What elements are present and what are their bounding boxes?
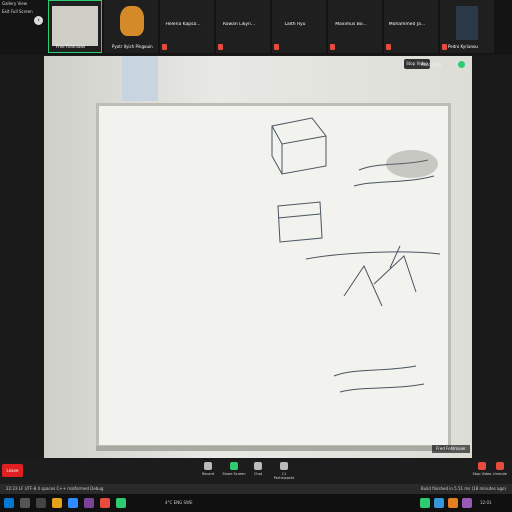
leave-button[interactable]: Leave [2, 464, 23, 477]
status-right: Build finished in 5.51 ms (18 minutes ag… [420, 486, 506, 491]
participant-name: Mohammed Ja... [388, 22, 426, 27]
clock-time: 12:01 [480, 500, 492, 505]
sketch-cube [271, 117, 327, 175]
file-explorer-icon[interactable] [52, 498, 62, 508]
sketch-box [277, 201, 323, 243]
video-camera-icon [478, 462, 486, 470]
unmute-label: Unmute [493, 472, 507, 476]
participants-label: Participants [273, 476, 295, 480]
participant-name: Fred Fohlmaier [56, 44, 86, 49]
muted-mic-icon [218, 44, 223, 50]
participant-tile[interactable]: Rowan Likyn... [216, 0, 270, 53]
self-name-label: Fred Fohlmaier [432, 445, 470, 453]
tray-app-icon[interactable] [434, 498, 444, 508]
system-tray: 4°C ENG SWE [165, 498, 193, 508]
tray-app-icon[interactable] [448, 498, 458, 508]
sketch-tree [343, 245, 417, 307]
ide-status-bar: 22:23 LF UTF-8 4 spaces C++ malformed De… [0, 484, 512, 494]
task-view-icon[interactable] [36, 498, 46, 508]
muted-mic-icon [330, 44, 335, 50]
record-button[interactable]: Record [196, 462, 220, 482]
ide-app-icon[interactable] [84, 498, 94, 508]
unmute-button[interactable]: Unmute [488, 462, 512, 482]
smudge [386, 150, 438, 178]
previous-page-icon[interactable]: ‹ [34, 16, 43, 25]
recording-indicator: Recording [421, 62, 442, 67]
participant-strip: Gallery View Exit Full Screen ‹ Fred Foh… [0, 0, 512, 55]
chat-button[interactable]: Chat [246, 462, 270, 482]
video-thumbnail [120, 6, 144, 36]
tray-app-icon[interactable] [462, 498, 472, 508]
participant-tile[interactable]: Laith Ryu [272, 0, 326, 53]
share-screen-label: Share Screen [222, 472, 246, 476]
share-screen-icon [230, 462, 238, 470]
chat-label: Chat [253, 472, 263, 476]
participant-tile[interactable]: Pedro Kyrianou [440, 0, 494, 53]
microphone-icon [496, 462, 504, 470]
record-dot-icon [458, 61, 465, 68]
participant-name: Pedro Kyrianou [448, 44, 478, 49]
record-icon [204, 462, 212, 470]
participant-name: Rowan Likyn... [222, 22, 256, 27]
whiteboard-sketch [271, 117, 441, 393]
tray-app-icon[interactable] [420, 498, 430, 508]
browser-icon[interactable] [100, 498, 110, 508]
record-label: Record [201, 472, 215, 476]
participants-icon [280, 462, 288, 470]
participant-tile[interactable]: Pyotr Ilyich Pingouin [104, 0, 158, 53]
participant-tile[interactable]: Helena Kapsa... [160, 0, 214, 53]
muted-mic-icon [274, 44, 279, 50]
main-video: Fred Fohlmaier [44, 56, 472, 458]
muted-mic-icon [162, 44, 167, 50]
start-icon[interactable] [4, 498, 14, 508]
clock: 12:01 [480, 498, 492, 508]
video-thumbnail [52, 6, 98, 46]
muted-mic-icon [386, 44, 391, 50]
participant-tile[interactable]: Fred Fohlmaier [48, 0, 102, 53]
tray-info: 4°C ENG SWE [165, 500, 193, 505]
exit-fullscreen-label[interactable]: Exit Full Screen [2, 8, 42, 16]
sketch-scribble [333, 365, 425, 393]
terminal-icon[interactable] [116, 498, 126, 508]
participant-tile[interactable]: Mohammed Ja... [384, 0, 438, 53]
participant-tile[interactable]: Maximus Bo... [328, 0, 382, 53]
sketch-line [305, 251, 441, 260]
participant-name: Laith Ryu [284, 22, 306, 27]
chat-icon [254, 462, 262, 470]
status-left: 22:23 LF UTF-8 4 spaces C++ malformed De… [6, 486, 104, 491]
search-icon[interactable] [20, 498, 30, 508]
participant-name: Maximus Bo... [335, 22, 367, 27]
participants-button[interactable]: 11 Participants [272, 462, 296, 482]
gallery-view-label[interactable]: Gallery View [2, 0, 42, 8]
video-thumbnail [456, 6, 478, 40]
share-screen-button[interactable]: Share Screen [222, 462, 246, 482]
participant-name: Helena Kapsa... [165, 22, 201, 27]
zoom-app-icon[interactable] [68, 498, 78, 508]
muted-mic-icon [442, 44, 447, 50]
gallery-controls[interactable]: Gallery View Exit Full Screen [2, 0, 42, 16]
participant-name: Pyotr Ilyich Pingouin [112, 44, 153, 49]
